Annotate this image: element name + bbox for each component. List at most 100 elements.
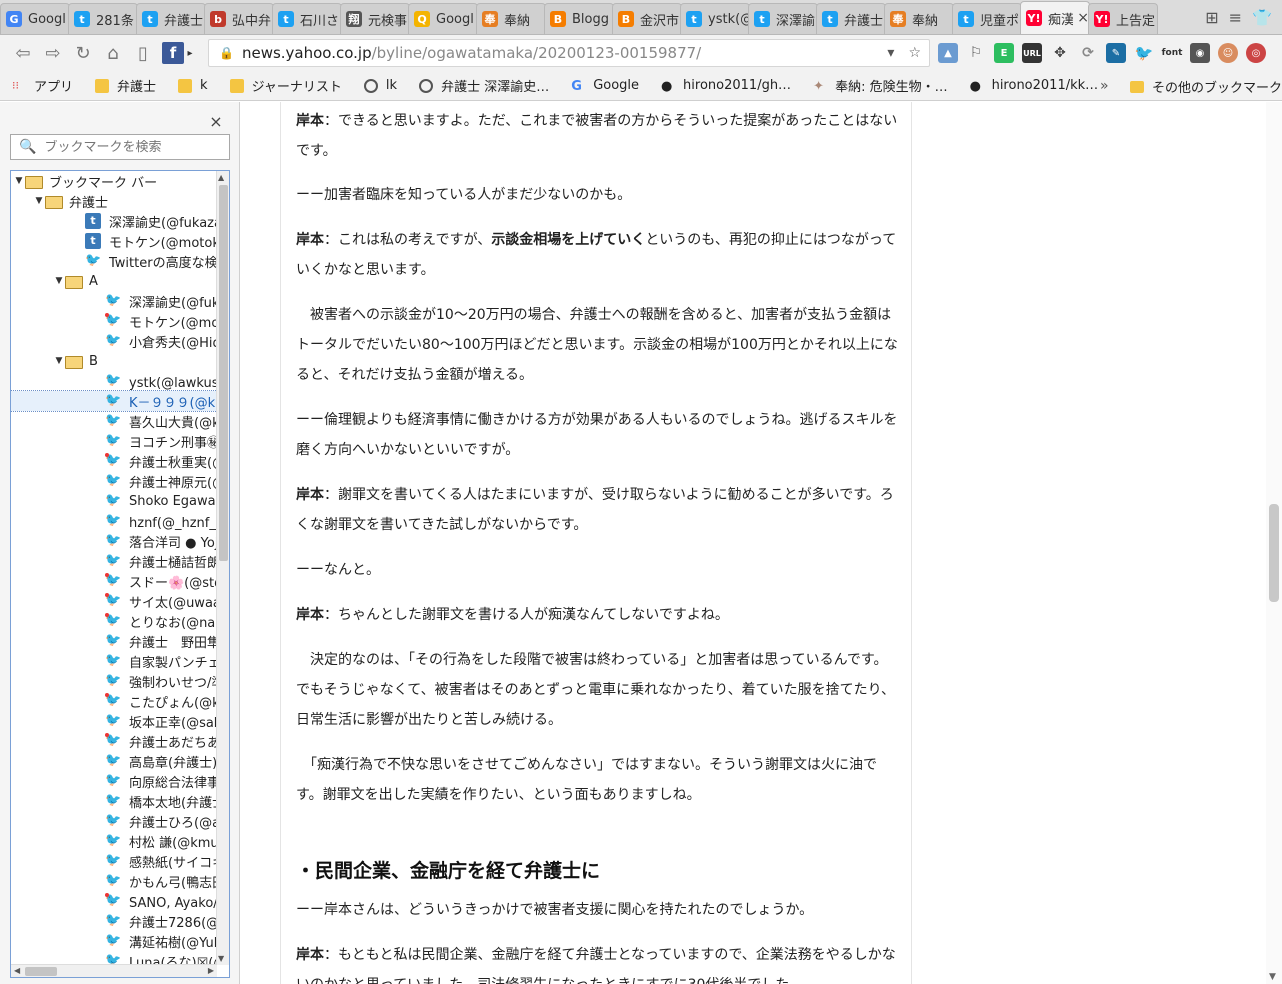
bookmark-manager-icon[interactable]: ▯: [128, 39, 158, 67]
bookmark-folder[interactable]: ▼ 弁護士: [11, 191, 217, 211]
extension-icon[interactable]: ▲: [938, 43, 958, 63]
forward-icon[interactable]: ⇨: [38, 39, 68, 67]
expand-toggle-icon[interactable]: ▼: [13, 176, 25, 186]
bookmarks-overflow-icon[interactable]: »: [1100, 78, 1109, 94]
home-icon[interactable]: ⌂: [98, 39, 128, 67]
bookmark-search-input[interactable]: [44, 139, 225, 155]
bookmark-item[interactable]: 🐦 こたぴょん(@kota: [11, 691, 217, 711]
avatar-icon[interactable]: ☺: [1218, 43, 1238, 63]
bookmark-apps[interactable]: ⁝⁝ アプリ: [12, 76, 73, 96]
bookmark-folder[interactable]: ジャーナリスト: [229, 76, 342, 95]
bookmark-item[interactable]: 🐦 かもん弓(鴨志田: [11, 871, 217, 891]
scroll-right-icon[interactable]: ▶: [208, 966, 214, 975]
bookmark-item[interactable]: 🐦 弁護士樋詰哲朗(@: [11, 551, 217, 571]
bookmark-item[interactable]: 🐦 強制わいせつ/準強: [11, 671, 217, 691]
font-icon[interactable]: font: [1162, 43, 1183, 63]
close-icon[interactable]: ×: [208, 112, 224, 131]
bookmark-item[interactable]: 🐦 サイ太(@uwaaaa): [11, 591, 217, 611]
scroll-thumb[interactable]: [1269, 504, 1279, 602]
bookmark-item[interactable]: 🐦 自家製パンチェッタ: [11, 651, 217, 671]
tab[interactable]: 奉奉納: [884, 3, 954, 34]
address-bar[interactable]: 🔒 news.yahoo.co.jp/byline/ogawatamaka/20…: [208, 39, 930, 67]
tab[interactable]: 翔元検事: [340, 3, 410, 34]
tab[interactable]: t 弁護士: [816, 3, 886, 34]
bookmark-google[interactable]: G Google: [571, 78, 639, 94]
facebook-icon[interactable]: f: [162, 42, 184, 64]
bookmark-item[interactable]: 🐦 Twitterの高度な検索: [11, 251, 217, 271]
extension-icon[interactable]: ◉: [1190, 43, 1210, 63]
scroll-thumb[interactable]: [25, 967, 57, 976]
shirt-icon[interactable]: 👕: [1252, 8, 1272, 27]
extension-icon[interactable]: ◎: [1246, 43, 1266, 63]
bookmark-folder[interactable]: ▼ B: [11, 351, 217, 371]
extension-icon[interactable]: ⟳: [1078, 43, 1098, 63]
tab[interactable]: G Googl: [0, 3, 70, 34]
tab[interactable]: t ystk(@: [680, 3, 750, 34]
bookmark-item[interactable]: 🐦 橋本太地(弁護士: [11, 791, 217, 811]
bookmark-item[interactable]: 🐦 落合洋司 ● Yoji O: [11, 531, 217, 551]
bookmark-item[interactable]: 🐦 深澤諭史(@fukaz: [11, 291, 217, 311]
bookmark-item[interactable]: 🐦 SANO, Ayako/佐: [11, 891, 217, 911]
bookmark-github[interactable]: ● hirono2011/kk…: [970, 78, 1099, 94]
tab[interactable]: t 深澤諭: [748, 3, 818, 34]
bookmark-item[interactable]: 🐦 弁護士7286(@jn: [11, 911, 217, 931]
tab[interactable]: B Blogg: [544, 3, 614, 34]
bookmark-item[interactable]: 🐦 弁護士秋重実(@a: [11, 451, 217, 471]
evernote-icon[interactable]: E: [994, 43, 1014, 63]
bookmark-item[interactable]: 🐦 とりなお(@naotar: [11, 611, 217, 631]
url-icon[interactable]: URL: [1022, 43, 1042, 63]
tab[interactable]: t 弁護士: [136, 3, 206, 34]
new-tab-icon[interactable]: ⊞: [1205, 8, 1218, 27]
tree-horizontal-scrollbar[interactable]: ◀ ▶: [11, 964, 217, 977]
bookmark-item[interactable]: t 深澤諭史(@fukazawa: [11, 211, 217, 231]
tab[interactable]: t 児童ポ: [952, 3, 1022, 34]
bookmark-item[interactable]: 🐦 坂本正幸(@sakar: [11, 711, 217, 731]
bookmark-item[interactable]: 🐦 喜久山大貴(@kik: [11, 411, 217, 431]
tab[interactable]: t 石川さ: [272, 3, 342, 34]
scroll-thumb[interactable]: [219, 185, 228, 561]
tab[interactable]: b 弘中弁: [204, 3, 274, 34]
bookmark-item[interactable]: 🐦 高島章(弁護士)(@: [11, 751, 217, 771]
bookmark-folder[interactable]: 弁護士: [95, 76, 156, 95]
bookmark-item[interactable]: 🐦 Shoko Egawa(@: [11, 491, 217, 511]
bookmark-item[interactable]: 🐦 hznf(@_hznf_)さ: [11, 511, 217, 531]
scroll-left-icon[interactable]: ◀: [14, 966, 20, 975]
bookmark-item[interactable]: 🐦 ヨコチン刑事㊙実: [11, 431, 217, 451]
bookmark-folder[interactable]: k: [178, 78, 208, 93]
scroll-down-icon[interactable]: ▼: [218, 954, 224, 963]
other-bookmarks[interactable]: その他のブックマーク: [1130, 77, 1282, 96]
bookmark-item[interactable]: 🐦 向原総合法律事務: [11, 771, 217, 791]
bookmark-item[interactable]: 🐦 弁護士ひろ(@adv: [11, 811, 217, 831]
bookmark-item[interactable]: 🐦 弁護士 野田隼人: [11, 631, 217, 651]
bookmark-item[interactable]: 🐦 モトケン(@motok: [11, 311, 217, 331]
move-icon[interactable]: ✥: [1050, 43, 1070, 63]
twitter-icon[interactable]: 🐦: [1134, 43, 1154, 63]
bookmark-github[interactable]: ● hirono2011/gh…: [661, 78, 791, 94]
star-icon[interactable]: ☆: [908, 45, 921, 61]
menu-icon[interactable]: ≡: [1229, 8, 1242, 27]
bookmark-item[interactable]: 🐦 弁護士神原元(@k: [11, 471, 217, 491]
bookmark-globe[interactable]: 弁護士 深澤諭史…: [419, 76, 549, 95]
page-scrollbar[interactable]: ▼: [1266, 102, 1282, 984]
bookmark-search[interactable]: 🔍: [10, 134, 230, 160]
bookmark-item[interactable]: 🐦 村松 謙(@kmurar: [11, 831, 217, 851]
bookmark-item[interactable]: 🐦 小倉秀夫(@Hidec: [11, 331, 217, 351]
bookmark-globe[interactable]: lk: [363, 78, 397, 93]
expand-toggle-icon[interactable]: ▼: [53, 276, 65, 286]
scroll-down-icon[interactable]: ▼: [1269, 972, 1276, 982]
bookmark-site[interactable]: ✦ 奉納: 危険生物・…: [813, 76, 948, 96]
edit-icon[interactable]: ✎: [1106, 43, 1126, 63]
expand-toggle-icon[interactable]: ▼: [53, 356, 65, 366]
back-icon[interactable]: ⇦: [8, 39, 38, 67]
bookmark-item[interactable]: 🐦 弁護士あだちあだち: [11, 731, 217, 751]
bookmark-icon[interactable]: ⚐: [966, 43, 986, 63]
scroll-up-icon[interactable]: ▲: [218, 173, 224, 182]
tab[interactable]: t 281条: [68, 3, 138, 34]
bookmark-folder[interactable]: ▼ ブックマーク バー: [11, 171, 217, 191]
toolbar-overflow-icon[interactable]: ▸: [184, 39, 196, 67]
bookmark-item[interactable]: t モトケン(@motoken_: [11, 231, 217, 251]
tree-vertical-scrollbar[interactable]: ▲ ▼: [216, 171, 229, 965]
bookmark-item[interactable]: 🐦Luna(るな)☒(@s: [11, 951, 217, 965]
bookmark-item[interactable]: 🐦 感熱紙(サイコキャ: [11, 851, 217, 871]
tab[interactable]: Y! 上告定: [1088, 3, 1158, 34]
